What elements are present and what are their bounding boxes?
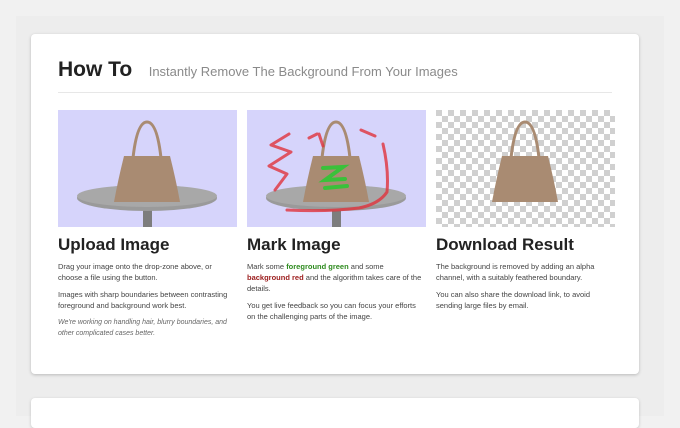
how-to-card: How To Instantly Remove The Background F… [31,34,639,374]
download-example-image [436,110,615,227]
next-section-card [31,398,639,428]
upload-example-image [58,110,237,227]
page-title: How To [58,58,133,81]
step-upload: Upload Image Drag your image onto the dr… [58,110,237,345]
step-upload-title: Upload Image [58,235,170,254]
page-subtitle: Instantly Remove The Background From You… [148,64,458,79]
step-upload-text-2: Images with sharp boundaries between con… [58,290,228,310]
foreground-green-label: foreground green [286,262,349,271]
step-mark-title: Mark Image [247,235,341,254]
step-download-title: Download Result [436,235,574,254]
background-red-label: background red [247,273,304,282]
mark-example-image [247,110,426,227]
step-upload-note: We're working on handling hair, blurry b… [58,319,227,337]
step-mark: Mark Image Mark some foreground green an… [247,110,426,328]
step-mark-text-2: You get live feedback so you can focus y… [247,301,416,321]
how-to-header: How To Instantly Remove The Background F… [58,58,612,93]
step-download: Download Result The background is remove… [436,110,615,317]
step-upload-text-1: Drag your image onto the drop-zone above… [58,262,212,282]
step-mark-text-1: Mark some foreground green and some back… [247,262,422,293]
step-download-text-1: The background is removed by adding an a… [436,262,595,282]
step-download-text-2: You can also share the download link, to… [436,290,590,310]
